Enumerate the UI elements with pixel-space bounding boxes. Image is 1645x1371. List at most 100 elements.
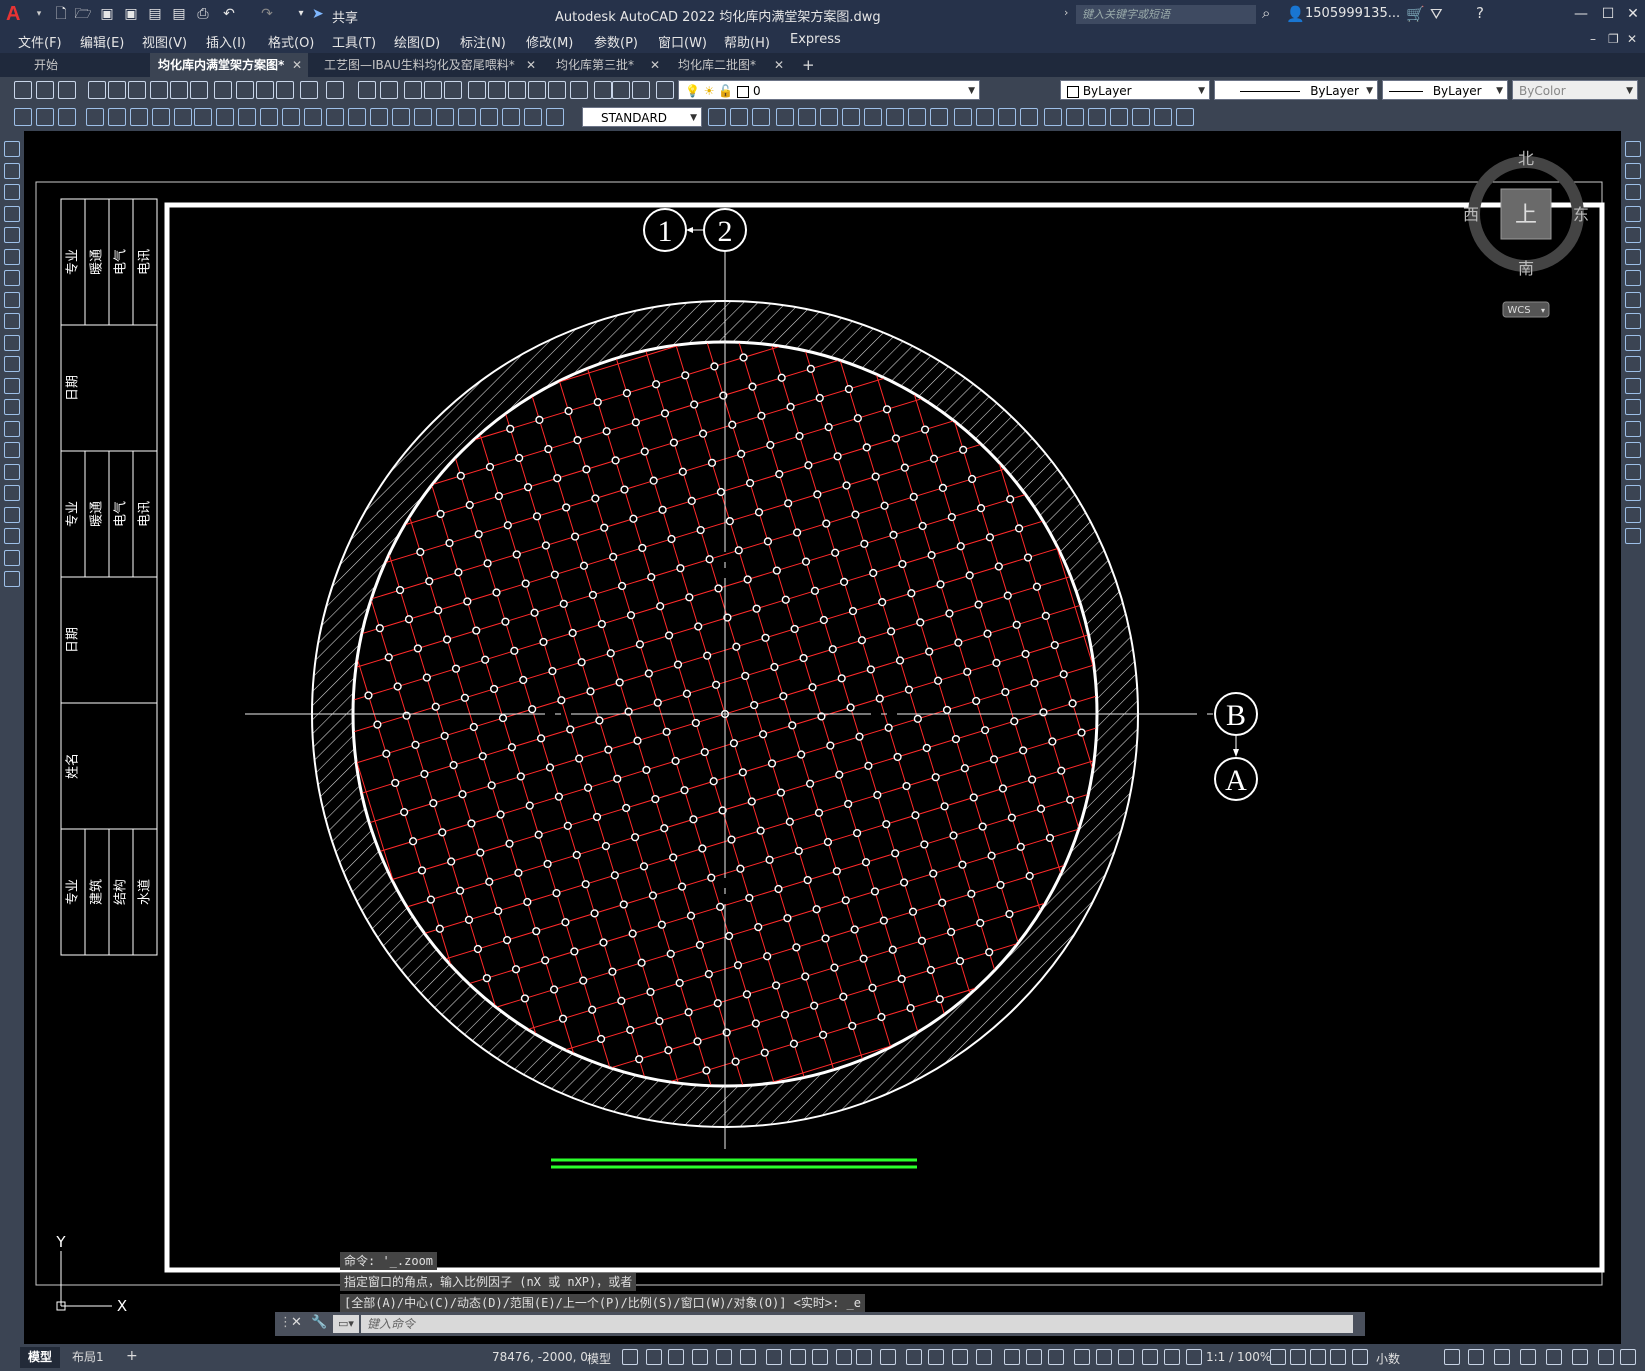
status-toggle-icon[interactable] (1270, 1349, 1286, 1365)
status-toggle-icon[interactable] (1048, 1349, 1064, 1365)
status-toggle-icon[interactable] (766, 1349, 782, 1365)
modify-tool-icon[interactable] (1625, 248, 1641, 265)
standard-tool-icon[interactable] (570, 81, 588, 99)
app-menu-chevron-icon[interactable]: ▾ (30, 5, 48, 23)
status-toggle-icon[interactable] (1310, 1349, 1326, 1365)
redo-icon[interactable]: ↷ (258, 5, 276, 23)
tab-close-icon[interactable]: ✕ (292, 53, 302, 77)
recent-commands-icon[interactable]: ▭▾ (333, 1315, 359, 1333)
status-toggle-icon[interactable] (1352, 1349, 1368, 1365)
modify-tool-icon[interactable] (1625, 184, 1641, 200)
dimension-tool-icon[interactable] (842, 108, 860, 126)
autocad-logo-icon[interactable]: A (6, 3, 28, 25)
modify-tool-icon[interactable] (1625, 485, 1641, 501)
standard-tool-icon[interactable] (444, 81, 462, 99)
dimension-tool-icon[interactable] (752, 108, 770, 126)
compass-east[interactable]: 东 (1573, 205, 1589, 224)
dimension-tool-icon[interactable] (108, 108, 126, 126)
standard-tool-icon[interactable] (14, 81, 32, 99)
tab-close-icon[interactable]: ✕ (526, 53, 536, 77)
standard-tool-icon[interactable] (276, 81, 294, 99)
menu-help[interactable]: 帮助(H) (724, 32, 770, 51)
export-icon[interactable]: ▤ (170, 5, 188, 23)
status-toggle-icon[interactable] (1330, 1349, 1346, 1365)
viewcube[interactable]: 上 北 南 东 西 WCS ▾ (1463, 144, 1593, 328)
dimension-tool-icon[interactable] (194, 108, 212, 126)
tab-close-icon[interactable]: ✕ (650, 53, 660, 77)
menu-modify[interactable]: 修改(M) (526, 32, 573, 51)
dimension-tool-icon[interactable] (798, 108, 816, 126)
status-toggle-icon[interactable] (880, 1349, 896, 1365)
tab-drawing-4[interactable]: 均化库二批图* ✕ (670, 53, 790, 77)
standard-tool-icon[interactable] (488, 81, 506, 99)
status-toggle-icon[interactable] (1096, 1349, 1112, 1365)
doc-restore-button[interactable]: ❐ (1608, 32, 1619, 46)
standard-tool-icon[interactable] (150, 81, 168, 99)
status-toggle-icon[interactable] (856, 1349, 872, 1365)
dimension-tool-icon[interactable] (908, 108, 926, 126)
help-icon[interactable]: ? (1476, 4, 1484, 22)
menu-file[interactable]: 文件(F) (18, 32, 62, 51)
modify-tool-icon[interactable] (1625, 506, 1641, 523)
search-expand-icon[interactable]: › (1064, 6, 1068, 19)
help-search-input[interactable]: 键入关键字或短语 (1076, 5, 1256, 24)
command-input[interactable]: 键入命令 (361, 1315, 1353, 1333)
status-toggle-icon[interactable] (1444, 1349, 1460, 1365)
status-toggle-icon[interactable] (622, 1349, 638, 1365)
dimension-tool-icon[interactable] (886, 108, 904, 126)
undo-icon[interactable]: ↶ (220, 5, 238, 23)
standard-tool-icon[interactable] (656, 81, 674, 99)
status-toggle-icon[interactable] (1520, 1349, 1536, 1365)
standard-tool-icon[interactable] (528, 81, 546, 99)
standard-tool-icon[interactable] (380, 81, 398, 99)
autodesk-app-icon[interactable]: ⛛ (1430, 5, 1443, 23)
print-icon[interactable]: ⎙ (194, 5, 212, 23)
dimension-tool-icon[interactable] (1088, 108, 1106, 126)
dimension-tool-icon[interactable] (304, 108, 322, 126)
standard-tool-icon[interactable] (468, 81, 486, 99)
dimension-tool-icon[interactable] (130, 108, 148, 126)
status-toggle-icon[interactable] (790, 1349, 806, 1365)
dimension-tool-icon[interactable] (1154, 108, 1172, 126)
dimension-tool-icon[interactable] (326, 108, 344, 126)
modify-tool-icon[interactable] (1625, 420, 1641, 437)
draw-tool-icon[interactable] (4, 334, 20, 351)
modify-tool-icon[interactable] (1625, 334, 1641, 351)
cart-icon[interactable]: 🛒 (1406, 5, 1425, 23)
status-toggle-icon[interactable] (668, 1349, 684, 1365)
draw-tool-icon[interactable] (4, 571, 20, 587)
dimension-tool-icon[interactable] (708, 108, 726, 126)
modify-tool-icon[interactable] (1625, 270, 1641, 286)
standard-tool-icon[interactable] (256, 81, 274, 99)
dimension-tool-icon[interactable] (174, 108, 192, 126)
dimension-tool-icon[interactable] (524, 108, 542, 126)
dimension-tool-icon[interactable] (86, 108, 104, 126)
status-toggle-icon[interactable] (1572, 1349, 1588, 1365)
standard-tool-icon[interactable] (214, 81, 232, 99)
status-toggle-icon[interactable] (740, 1349, 756, 1365)
dimension-tool-icon[interactable] (1110, 108, 1128, 126)
doc-minimize-button[interactable]: – (1590, 32, 1596, 46)
dimension-tool-icon[interactable] (976, 108, 994, 126)
draw-tool-icon[interactable] (4, 485, 20, 501)
tab-layout1[interactable]: 布局1 (64, 1347, 112, 1368)
draw-tool-icon[interactable] (4, 463, 20, 480)
user-icon[interactable]: 👤 (1286, 5, 1305, 23)
draw-tool-icon[interactable] (4, 549, 20, 566)
dimension-tool-icon[interactable] (1066, 108, 1084, 126)
coordinates-readout[interactable]: 78476, -2000, 0 (492, 1350, 588, 1364)
status-toggle-icon[interactable] (1164, 1349, 1180, 1365)
status-toggle-icon[interactable] (928, 1349, 944, 1365)
standard-tool-icon[interactable] (424, 81, 442, 99)
status-toggle-icon[interactable] (1494, 1349, 1510, 1365)
share-label[interactable]: 共享 (332, 7, 358, 26)
standard-tool-icon[interactable] (404, 81, 422, 99)
modify-tool-icon[interactable] (1625, 291, 1641, 308)
modify-tool-icon[interactable] (1625, 528, 1641, 544)
dimension-tool-icon[interactable] (930, 108, 948, 126)
dimension-tool-icon[interactable] (1132, 108, 1150, 126)
draw-tool-icon[interactable] (4, 313, 20, 329)
close-icon[interactable]: ✕ (291, 1315, 302, 1330)
menu-parametric[interactable]: 参数(P) (594, 32, 638, 51)
modify-tool-icon[interactable] (1625, 442, 1641, 458)
